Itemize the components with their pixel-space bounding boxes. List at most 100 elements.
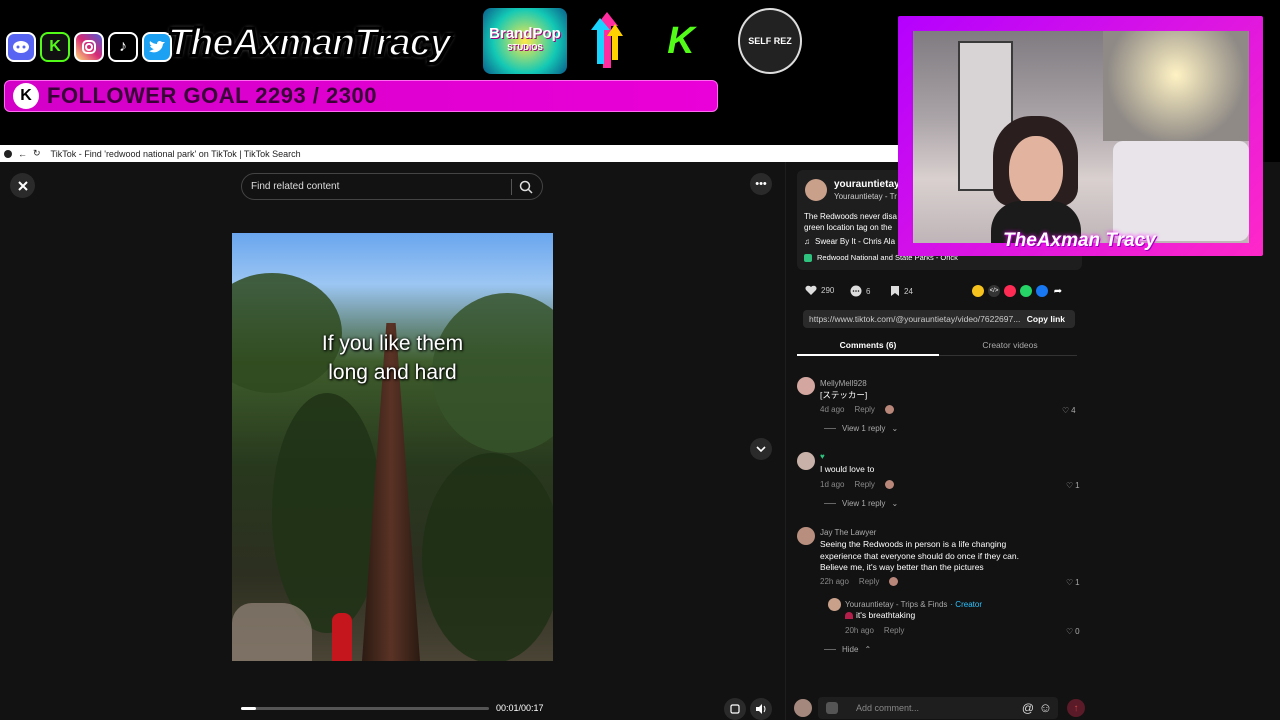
view-replies-button[interactable]: View 1 reply ⌄ <box>824 424 898 433</box>
comment-like[interactable]: ♡ 4 <box>1062 406 1076 415</box>
comment-like[interactable]: ♡ 1 <box>1066 481 1080 490</box>
hide-replies-button[interactable]: Hide ⌃ <box>824 645 871 654</box>
save-count: 24 <box>904 286 913 296</box>
chevron-down-icon: ⌄ <box>891 499 899 508</box>
reply-avatar[interactable] <box>828 598 841 611</box>
heart-emoji-icon <box>845 612 853 620</box>
comment-time: 22h ago <box>820 577 849 586</box>
embed-icon[interactable]: </> <box>988 285 1000 297</box>
reply-button[interactable]: Reply <box>854 480 874 489</box>
video-link-text: https://www.tiktok.com/@yourauntietay/vi… <box>809 314 1021 324</box>
comment-like[interactable]: ♡ 1 <box>1066 578 1080 587</box>
author-display-name: Yourauntietay - Tr <box>834 192 897 201</box>
reply-meta: 20h ago Reply <box>845 626 904 635</box>
author-username[interactable]: yourauntietay <box>834 179 900 190</box>
webcam-name-label: TheAxman Tracy <box>1003 230 1156 251</box>
heart-outline-icon: ♡ <box>1066 578 1074 587</box>
volume-icon <box>756 704 766 714</box>
comment-text: [ステッカー] <box>820 390 868 400</box>
mention-icon[interactable]: @ <box>1022 701 1034 715</box>
comment-count: 6 <box>866 286 871 296</box>
comment-author[interactable]: Jay The Lawyer <box>820 528 876 537</box>
comment-author[interactable]: MellyMell928 <box>820 379 867 388</box>
kick-k-logo-icon: K <box>667 19 695 62</box>
like-stat[interactable]: 290 <box>805 285 834 296</box>
reply-line <box>824 649 836 650</box>
tab-active-indicator <box>797 354 939 356</box>
send-icon[interactable] <box>1004 285 1016 297</box>
face <box>1009 136 1063 206</box>
reply-like[interactable]: ♡ 0 <box>1066 627 1080 636</box>
add-comment-placeholder: Add comment... <box>856 703 920 713</box>
creator-liked-avatar <box>884 405 894 414</box>
comment-like-count: 1 <box>1075 578 1080 587</box>
video-progress-bar[interactable] <box>241 707 489 710</box>
search-icon[interactable] <box>518 179 534 195</box>
add-comment-input[interactable]: Add comment... @ ☺ <box>818 697 1058 719</box>
reply-button[interactable]: Reply <box>854 405 874 414</box>
post-music[interactable]: ♫ Swear By It - Chris Ala <box>804 237 895 246</box>
video-player[interactable]: If you like them long and hard <box>232 233 553 661</box>
browser-tab-title: TikTok - Find 'redwood national park' on… <box>50 148 301 159</box>
author-avatar[interactable] <box>805 179 827 201</box>
more-options-button[interactable]: ••• <box>750 173 772 195</box>
brandpop-logo-text: BrandPop <box>489 25 561 42</box>
webcam-frame: TheAxman Tracy <box>898 16 1263 256</box>
close-button[interactable] <box>10 173 35 198</box>
hide-text: Hide <box>842 645 859 654</box>
comment-avatar[interactable] <box>797 527 815 545</box>
kick-icon: K <box>40 32 70 62</box>
autoscroll-button[interactable] <box>724 698 746 720</box>
share-arrow-icon[interactable]: ➦ <box>1052 285 1064 297</box>
music-note-icon: ♫ <box>804 237 810 246</box>
chevron-down-icon: ⌄ <box>891 424 899 433</box>
comment-meta: 1d ago Reply <box>820 480 894 489</box>
facebook-icon[interactable] <box>1036 285 1048 297</box>
save-stat[interactable]: 24 <box>890 285 913 297</box>
close-icon <box>17 180 28 191</box>
reply-author[interactable]: Yourauntietay - Trips & Finds <box>845 600 947 609</box>
reply-button[interactable]: Reply <box>884 626 904 635</box>
comment-avatar[interactable] <box>797 377 815 395</box>
back-icon[interactable]: ← <box>18 149 27 159</box>
copy-link-button[interactable]: Copy link <box>1027 314 1065 324</box>
my-avatar[interactable] <box>794 699 812 717</box>
comment-icon <box>850 285 862 297</box>
volume-button[interactable] <box>750 698 772 720</box>
reply-line <box>824 503 836 504</box>
tab-creator-videos[interactable]: Creator videos <box>939 340 1081 350</box>
video-timecode: 00:01/00:17 <box>496 703 544 713</box>
share-repost-icon[interactable] <box>972 285 984 297</box>
post-description-line-1: The Redwoods never disa <box>804 212 897 221</box>
comment-meta: 22h ago Reply <box>820 577 899 586</box>
discord-icon <box>6 32 36 62</box>
whatsapp-icon[interactable] <box>1020 285 1032 297</box>
comment-stat[interactable]: 6 <box>850 285 870 297</box>
share-buttons: </> ➦ <box>972 285 1064 297</box>
comment-text-line: experience that everyone should do once … <box>820 550 1019 561</box>
creator-liked-avatar <box>889 577 899 586</box>
search-input[interactable]: Find related content <box>241 173 543 200</box>
comment-text: I would love to <box>820 464 875 474</box>
tab-comments[interactable]: Comments (6) <box>797 340 939 350</box>
sticker-icon[interactable] <box>826 702 838 714</box>
reply-button[interactable]: Reply <box>859 577 879 586</box>
creator-tag: · Creator <box>950 600 982 609</box>
comment-avatar[interactable] <box>797 452 815 470</box>
post-comment-button[interactable]: ↑ <box>1067 699 1085 717</box>
reload-icon[interactable]: ↻ <box>33 148 41 159</box>
emoji-icon[interactable]: ☺ <box>1039 700 1052 715</box>
creator-liked-avatar <box>884 480 894 489</box>
view-replies-button[interactable]: View 1 reply ⌄ <box>824 499 898 508</box>
self-rez-logo: SELF REZ <box>738 8 802 74</box>
arrow-up-icon: ↑ <box>1073 702 1079 714</box>
autoscroll-icon <box>730 704 740 714</box>
person-red-jacket <box>332 613 352 661</box>
chevron-down-icon <box>756 446 766 452</box>
next-video-button[interactable] <box>750 438 772 460</box>
comment-meta: 4d ago Reply <box>820 405 894 414</box>
reply-text-row: it's breathtaking <box>845 610 915 622</box>
chevron-up-icon: ⌃ <box>864 645 872 654</box>
fairy-lights <box>1103 31 1249 141</box>
music-title: Swear By It - Chris Ala <box>815 237 896 246</box>
